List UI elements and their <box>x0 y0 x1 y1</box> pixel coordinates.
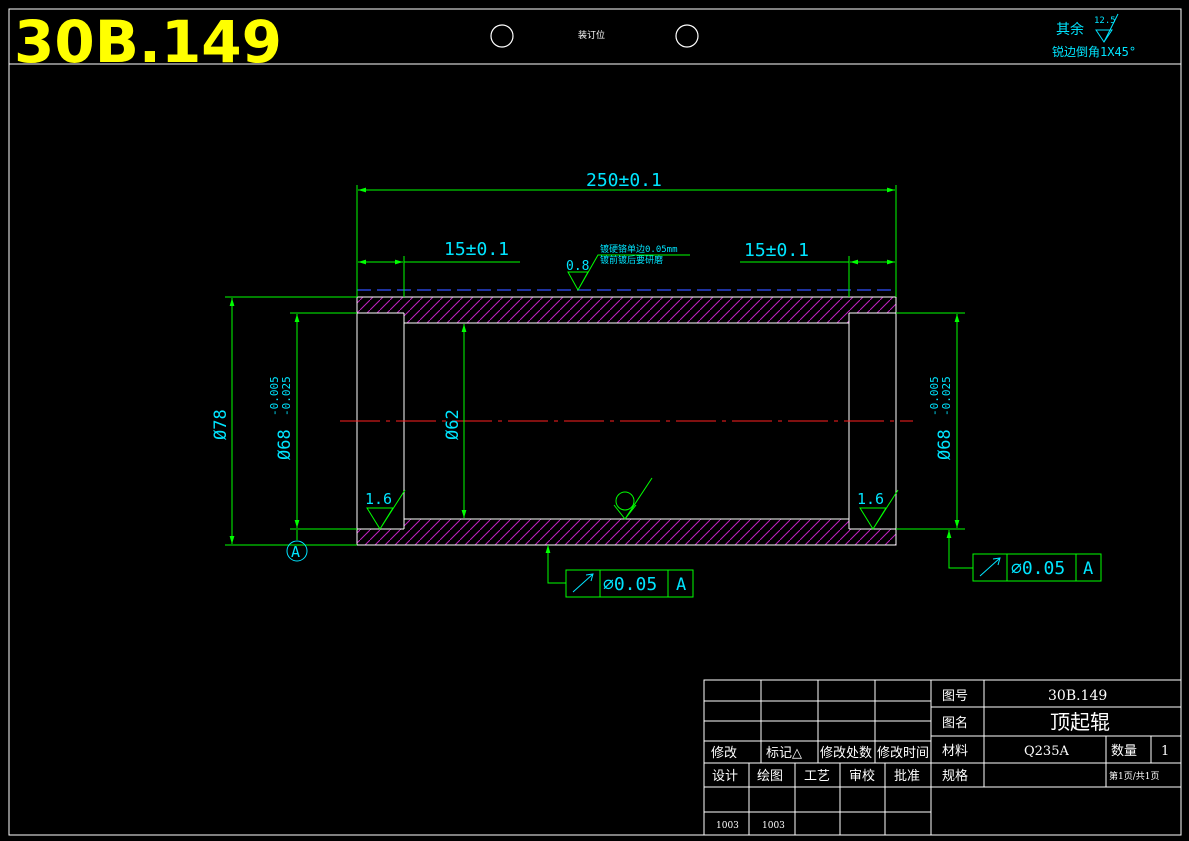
surface-note-prefix: 其余 <box>1056 21 1084 38</box>
svg-text:A: A <box>676 575 686 595</box>
material-label: 材料 <box>942 744 968 759</box>
quantity-label: 数量 <box>1111 744 1137 759</box>
tolerance-frame-right: ∅0.05 A <box>972 553 1102 582</box>
binding-hole-right <box>675 24 699 48</box>
runout-arrow-icon <box>979 557 1001 577</box>
date-design: 1003 <box>716 821 739 831</box>
sheet-info: 第1页/共1页 <box>1109 770 1160 782</box>
svg-text:A: A <box>1083 559 1093 579</box>
hatch-bottom-mid <box>404 519 849 529</box>
dim-right-shoulder: 15±0.1 <box>744 240 809 261</box>
part-geometry <box>340 289 913 546</box>
svg-text:Ø68: Ø68 <box>935 429 955 460</box>
date-drafting: 1003 <box>762 821 785 831</box>
rev-header-mark: 标记△ <box>766 746 802 761</box>
plating-note-1: 镀硬铬单边0.05mm <box>600 243 678 255</box>
tolerance-frame-bottom: ∅0.05 A <box>565 569 694 598</box>
plating-note-2: 镀前镀后要研磨 <box>600 254 663 266</box>
hatch-top-wall <box>357 297 896 313</box>
spec-label: 规格 <box>942 768 968 784</box>
rev-header-modify: 修改 <box>711 746 737 761</box>
dim-bore-dia: Ø62 <box>443 409 463 440</box>
binding-label: 装订位 <box>578 29 605 41</box>
part-name-value: 顶起辊 <box>1050 710 1110 734</box>
role-drafting: 绘图 <box>757 769 783 784</box>
svg-text:-0.025: -0.025 <box>940 376 953 416</box>
hatch-top-mid <box>404 313 849 323</box>
sheet-border <box>8 8 1182 836</box>
dim-roughness-left: 1.6 <box>365 490 392 508</box>
rev-header-count: 修改处数 <box>820 746 872 761</box>
role-review: 审校 <box>849 768 875 784</box>
rev-header-time: 修改时间 <box>877 746 929 761</box>
datum-label: A <box>291 543 300 561</box>
dim-roughness-right: 1.6 <box>857 490 884 508</box>
svg-text:-0.025: -0.025 <box>280 376 293 416</box>
role-design: 设计 <box>712 769 738 784</box>
part-name-label: 图名 <box>942 715 968 731</box>
dim-bearing-dia-right: Ø68 -0.005 -0.025 <box>928 376 955 460</box>
quantity-value: 1 <box>1161 744 1169 759</box>
dim-left-shoulder: 15±0.1 <box>444 239 509 260</box>
drawing-canvas: 30B.149 装订位 其余 12.5 锐边倒角1X45° 250±0.1 15… <box>8 8 1182 836</box>
role-process: 工艺 <box>804 769 830 784</box>
binding-hole-left <box>490 24 514 48</box>
material-value: Q235A <box>1024 744 1069 759</box>
dim-outer-dia: Ø78 <box>211 409 231 440</box>
dim-bearing-dia-left: Ø68 -0.005 -0.025 <box>268 376 295 460</box>
hatch-bottom-wall <box>357 529 896 545</box>
svg-text:Ø68: Ø68 <box>275 429 295 460</box>
runout-arrow-icon <box>572 573 594 593</box>
cad-drawing-sheet: 30B.149 装订位 其余 12.5 锐边倒角1X45° 250±0.1 15… <box>0 0 1189 841</box>
drawing-number-large: 30B.149 <box>14 8 282 76</box>
svg-text:∅0.05: ∅0.05 <box>1011 558 1065 579</box>
role-approve: 批准 <box>894 769 920 784</box>
svg-text:∅0.05: ∅0.05 <box>603 574 657 595</box>
drawing-no-value: 30B.149 <box>1048 688 1107 704</box>
dim-surface-roughness-top: 0.8 <box>566 259 589 274</box>
chamfer-note: 锐边倒角1X45° <box>1052 45 1136 59</box>
drawing-no-label: 图号 <box>942 689 968 704</box>
dim-overall-length: 250±0.1 <box>586 170 662 191</box>
